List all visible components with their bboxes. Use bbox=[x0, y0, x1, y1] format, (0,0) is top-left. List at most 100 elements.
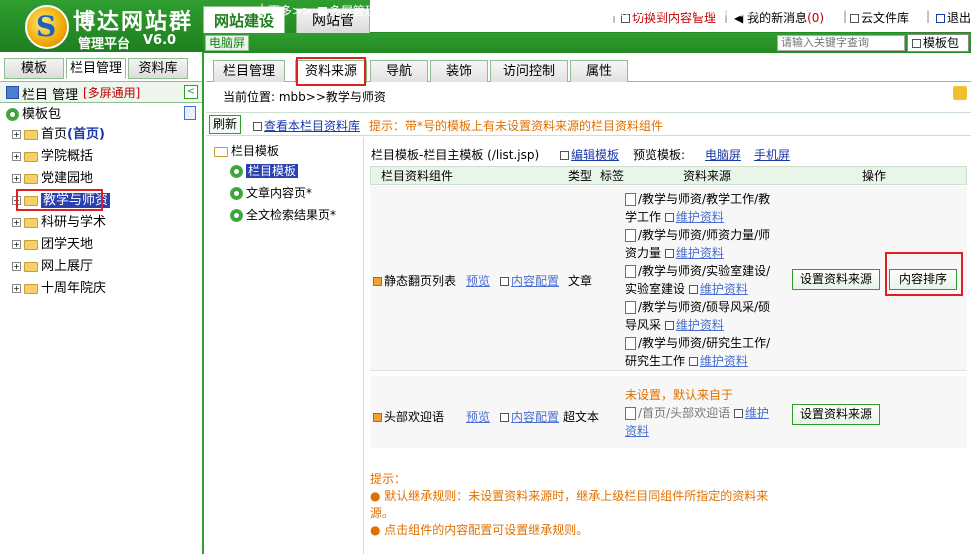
document-icon bbox=[625, 193, 636, 206]
expand-icon[interactable]: + bbox=[12, 284, 21, 293]
tab-access-control[interactable]: 访问控制 bbox=[490, 60, 568, 82]
publish-site-link[interactable]: 发布网站 bbox=[515, 2, 574, 19]
tab-templates[interactable]: 模板 bbox=[4, 58, 64, 79]
content-config-link[interactable]: 内容配置 bbox=[500, 408, 559, 425]
view-library-link[interactable]: 查看本栏目资料库 bbox=[253, 117, 360, 134]
external-icon bbox=[733, 409, 743, 418]
expand-icon[interactable]: + bbox=[12, 174, 21, 183]
tree-root[interactable]: 模板包 bbox=[6, 105, 61, 125]
preview-icon bbox=[408, 7, 417, 16]
source-path-cont: 导风采 bbox=[625, 318, 662, 332]
preview-site-link[interactable]: 预览网站>> bbox=[408, 2, 487, 19]
source-path: /教学与师资/教学工作/教 bbox=[638, 192, 771, 206]
separator: | bbox=[926, 9, 931, 23]
folder-icon bbox=[24, 129, 38, 140]
preview-mobile-link[interactable]: 手机屏 bbox=[754, 146, 790, 163]
messages-count: (0) bbox=[807, 11, 825, 25]
source-path-cont: 研究生工作 bbox=[625, 354, 686, 368]
preview-site-label: 预览网站>> bbox=[419, 4, 488, 18]
separator: | bbox=[595, 2, 600, 16]
template-item-label: 栏目模板 bbox=[246, 164, 299, 178]
template-item-search[interactable]: 全文检索结果页* bbox=[230, 206, 336, 224]
close-icon bbox=[936, 14, 945, 23]
expand-icon[interactable]: + bbox=[12, 218, 21, 227]
tab-navigation[interactable]: 导航 bbox=[370, 60, 428, 82]
template-item-article[interactable]: 文章内容页* bbox=[230, 184, 312, 202]
cloud-files-link[interactable]: 云文件库 bbox=[850, 9, 909, 26]
hint-text: 提示：带*号的模板上有未设置资料来源的栏目资料组件 bbox=[369, 119, 664, 133]
set-source-button[interactable]: 设置资料来源 bbox=[792, 404, 880, 425]
expand-icon[interactable]: + bbox=[12, 262, 21, 271]
maintain-label: 维护 bbox=[744, 406, 769, 420]
tab-properties[interactable]: 属性 bbox=[570, 60, 628, 82]
selection-highlight bbox=[16, 189, 103, 211]
template-item-column[interactable]: 栏目模板 bbox=[230, 162, 299, 180]
tab-column-manage-main[interactable]: 栏目管理 bbox=[213, 60, 285, 82]
tree-item-anniversary[interactable]: + 十周年院庆 bbox=[12, 279, 106, 299]
tree-item-college[interactable]: + 学院概括 bbox=[12, 147, 93, 167]
back-icon[interactable] bbox=[953, 86, 967, 100]
source-path: /首页/头部欢迎语 bbox=[638, 406, 731, 420]
multi-screen-link[interactable]: 多屏管理 bbox=[318, 2, 377, 19]
folder-icon bbox=[24, 261, 38, 272]
template-icon bbox=[230, 187, 243, 200]
maintain-label: 维护资料 bbox=[699, 282, 748, 296]
preview-link[interactable]: 预览 bbox=[466, 272, 490, 289]
source-entry: /教学与师资/硕导风采/硕 导风采 维护资料 bbox=[625, 298, 787, 334]
external-icon bbox=[500, 277, 509, 286]
source-path: /教学与师资/研究生工作/ bbox=[638, 336, 771, 350]
tree-item-youth[interactable]: + 团学天地 bbox=[12, 235, 93, 255]
template-icon bbox=[230, 165, 243, 178]
tree-item-party[interactable]: + 党建园地 bbox=[12, 169, 93, 189]
external-icon bbox=[500, 413, 509, 422]
source-path: /教学与师资/实验室建设/ bbox=[638, 264, 771, 278]
logout-link[interactable]: 退出 bbox=[936, 9, 971, 26]
preview-pc-link[interactable]: 电脑屏 bbox=[705, 146, 741, 163]
page-icon[interactable] bbox=[184, 106, 196, 120]
tree-item-extra: (首页) bbox=[67, 127, 105, 142]
left-panel-title: 栏目 管理 bbox=[22, 88, 79, 103]
source-path-cont: 学工作 bbox=[625, 210, 662, 224]
list-icon bbox=[373, 413, 382, 422]
cloud-label: 云文件库 bbox=[861, 11, 910, 25]
tab-column-manage[interactable]: 栏目管理 bbox=[66, 58, 126, 79]
maintain-label: 维护资料 bbox=[699, 354, 748, 368]
maintain-label: 维护资料 bbox=[675, 246, 724, 260]
expand-icon[interactable]: + bbox=[12, 240, 21, 249]
refresh-button[interactable]: 刷新 bbox=[209, 115, 242, 134]
expand-icon[interactable]: + bbox=[12, 130, 21, 139]
site-search-input[interactable] bbox=[777, 35, 905, 51]
pc-screen-button[interactable]: 电脑屏 bbox=[205, 35, 250, 51]
tab-library[interactable]: 资料库 bbox=[128, 58, 188, 79]
tree-item-exhibit[interactable]: + 网上展厅 bbox=[12, 257, 93, 277]
more-link[interactable]: 更多>> bbox=[268, 2, 312, 19]
document-icon bbox=[625, 229, 636, 242]
visit-site-link[interactable]: 访问网站 bbox=[606, 2, 665, 19]
tree-item-label: 科研与学术 bbox=[41, 215, 107, 230]
template-pack-select[interactable]: 模板包 bbox=[907, 34, 969, 52]
preview-link[interactable]: 预览 bbox=[466, 408, 490, 425]
source-path-cont: 资力量 bbox=[625, 246, 662, 260]
template-tree-root[interactable]: 栏目模板 bbox=[214, 142, 279, 160]
external-icon bbox=[688, 285, 698, 294]
collapse-icon[interactable]: < bbox=[184, 85, 198, 99]
switch-site-text: 切换网站: bbox=[708, 4, 761, 18]
maintain-link[interactable]: 维护资料 bbox=[688, 354, 748, 368]
maintain-link[interactable]: 维护资料 bbox=[664, 210, 724, 224]
tree-item-label: 学院概括 bbox=[41, 149, 94, 164]
tree-item-home[interactable]: + 首页(首页) bbox=[12, 125, 105, 145]
tree-item-research[interactable]: + 科研与学术 bbox=[12, 213, 106, 233]
brand-subtitle: 管理平台 bbox=[78, 37, 131, 52]
edit-template-link[interactable]: 编辑模板 bbox=[560, 146, 619, 163]
maintain-link[interactable]: 维护资料 bbox=[688, 282, 748, 296]
maintain-link[interactable]: 维护资料 bbox=[664, 246, 724, 260]
maintain-link[interactable]: 维护资料 bbox=[664, 318, 724, 332]
tips-title: 提示： bbox=[370, 472, 407, 486]
set-source-button[interactable]: 设置资料来源 bbox=[792, 269, 880, 290]
folder-icon bbox=[24, 239, 38, 250]
list-icon bbox=[373, 277, 382, 286]
expand-icon[interactable]: + bbox=[12, 152, 21, 161]
tab-decoration[interactable]: 装饰 bbox=[430, 60, 488, 82]
multi-screen-label: 多屏管理 bbox=[329, 4, 378, 18]
content-config-link[interactable]: 内容配置 bbox=[500, 272, 559, 289]
